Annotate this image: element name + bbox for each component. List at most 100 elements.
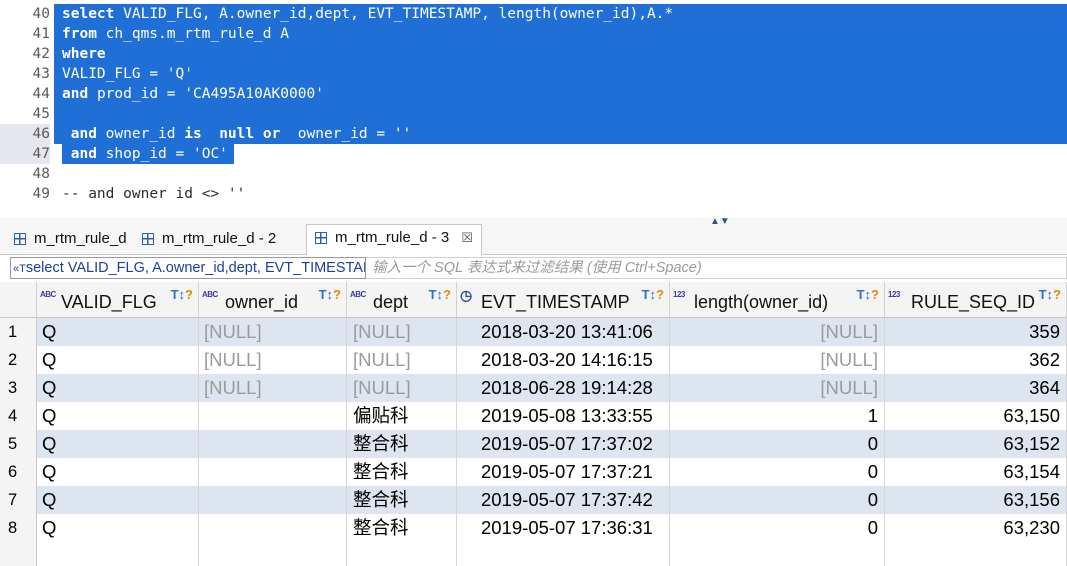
table-cell[interactable]: [NULL] [347, 346, 457, 374]
table-row[interactable]: Q 偏贴科 2019-05-08 13:33:55 1 63,150 [37, 402, 1067, 430]
table-cell[interactable]: Q [37, 346, 199, 374]
table-cell[interactable] [199, 458, 347, 486]
column-header[interactable]: ABC dept T↕? [347, 282, 457, 318]
table-cell[interactable]: Q [37, 402, 199, 430]
code-line[interactable]: 40 select VALID_FLG, A.owner_id,dept, EVT… [0, 4, 1067, 24]
table-row[interactable]: Q [NULL] [NULL] 2018-06-28 19:14:28 [NULL] 36… [37, 374, 1067, 402]
table-cell[interactable] [199, 430, 347, 458]
table-cell[interactable]: 整合科 [347, 430, 457, 458]
table-cell[interactable]: [NULL] [347, 374, 457, 402]
filter-sort-icon[interactable]: T↕? [1039, 287, 1061, 302]
table-cell[interactable]: 2019-05-07 17:37:02 [457, 430, 670, 458]
row-number[interactable]: 4 [0, 402, 37, 430]
table-cell[interactable]: Q [37, 458, 199, 486]
table-cell[interactable]: Q [37, 430, 199, 458]
table-row[interactable]: Q 整合科 2019-05-07 17:37:02 0 63,152 [37, 430, 1067, 458]
code-line[interactable]: 48 [0, 164, 1067, 184]
selection-highlight [54, 64, 1067, 84]
table-cell[interactable]: 0 [670, 430, 885, 458]
minimize-maximize-icon[interactable]: ▲▼ [710, 216, 730, 227]
table-row[interactable]: Q 整合科 2019-05-07 17:36:31 0 63,230 [37, 514, 1067, 542]
code-line[interactable]: 45 [0, 104, 1067, 124]
code-line[interactable]: 46 and owner_id is null or owner_id = '' [0, 124, 1067, 144]
column-header[interactable]: ◷ EVT_TIMESTAMP T↕? [457, 282, 670, 318]
table-cell[interactable]: 偏贴科 [347, 402, 457, 430]
table-cell[interactable]: [NULL] [199, 346, 347, 374]
table-cell[interactable]: [NULL] [199, 318, 347, 346]
number-type-icon: 123 [888, 290, 900, 299]
row-number[interactable]: 7 [0, 486, 37, 514]
table-cell[interactable]: 2019-05-07 17:37:21 [457, 458, 670, 486]
table-cell[interactable]: 0 [670, 486, 885, 514]
table-cell[interactable]: 2019-05-08 13:33:55 [457, 402, 670, 430]
table-cell[interactable]: 0 [670, 514, 885, 542]
table-cell[interactable]: Q [37, 514, 199, 542]
row-number[interactable]: 6 [0, 458, 37, 486]
table-cell[interactable]: 63,152 [885, 430, 1067, 458]
filter-sort-icon[interactable]: T↕? [319, 287, 341, 302]
column-header[interactable]: 123 RULE_SEQ_ID T↕? [885, 282, 1067, 318]
table-cell[interactable]: [NULL] [199, 374, 347, 402]
table-cell[interactable]: 整合科 [347, 514, 457, 542]
row-number[interactable]: 2 [0, 346, 37, 374]
filter-sql-query[interactable]: «Tselect VALID_FLG, A.owner_id,dept, EVT… [10, 257, 366, 279]
table-cell[interactable]: [NULL] [670, 346, 885, 374]
editor-horizontal-scrollbar[interactable]: < [54, 198, 1067, 200]
result-grid[interactable]: ABC VALID_FLG T↕? ABC owner_id T↕? ABC dept T↕? ◷… [0, 282, 1067, 566]
tab-result-2[interactable]: m_rtm_rule_d - 2 [134, 226, 284, 254]
filter-sort-icon[interactable]: T↕? [857, 287, 879, 302]
table-row[interactable]: Q 整合科 2019-05-07 17:37:42 0 63,156 [37, 486, 1067, 514]
table-cell[interactable]: 整合科 [347, 486, 457, 514]
table-cell[interactable]: 63,154 [885, 458, 1067, 486]
table-cell[interactable]: 2018-03-20 13:41:06 [457, 318, 670, 346]
row-number[interactable]: 8 [0, 514, 37, 542]
code-line[interactable]: 47 and shop_id = 'OC' [0, 144, 1067, 164]
table-cell[interactable]: 364 [885, 374, 1067, 402]
column-header[interactable]: ABC owner_id T↕? [199, 282, 347, 318]
table-cell[interactable]: 0 [670, 458, 885, 486]
table-cell[interactable]: 359 [885, 318, 1067, 346]
table-cell[interactable] [199, 402, 347, 430]
table-row[interactable]: Q 整合科 2019-05-07 17:37:21 0 63,154 [37, 458, 1067, 486]
table-row[interactable]: Q [NULL] [NULL] 2018-03-20 14:16:15 [NULL] 36… [37, 346, 1067, 374]
code-line[interactable]: 43 VALID_FLG = 'Q' [0, 64, 1067, 84]
table-cell[interactable]: 2019-05-07 17:37:42 [457, 486, 670, 514]
table-cell[interactable]: 63,230 [885, 514, 1067, 542]
code-line[interactable]: 42 where [0, 44, 1067, 64]
table-cell[interactable]: Q [37, 318, 199, 346]
column-header[interactable]: 123 length(owner_id) T↕? [670, 282, 885, 318]
table-cell[interactable]: 2018-06-28 19:14:28 [457, 374, 670, 402]
line-number: 49 [32, 186, 50, 200]
table-cell[interactable]: [NULL] [670, 374, 885, 402]
column-divider [198, 542, 199, 566]
filter-expression-input[interactable]: 输入一个 SQL 表达式来过滤结果 (使用 Ctrl+Space) [366, 257, 1067, 279]
tab-result-1[interactable]: m_rtm_rule_d [6, 226, 134, 254]
table-cell[interactable]: 1 [670, 402, 885, 430]
filter-sort-icon[interactable]: T↕? [171, 287, 193, 302]
code-line[interactable]: 44 and prod_id = 'CA495A10AK0000' [0, 84, 1067, 104]
table-cell[interactable] [199, 486, 347, 514]
code-line[interactable]: 41 from ch_qms.m_rtm_rule_d A [0, 24, 1067, 44]
table-cell[interactable]: [NULL] [670, 318, 885, 346]
row-number[interactable]: 1 [0, 318, 37, 346]
row-number[interactable]: 3 [0, 374, 37, 402]
table-cell[interactable] [199, 514, 347, 542]
table-cell[interactable]: Q [37, 486, 199, 514]
sql-editor[interactable]: 40 select VALID_FLG, A.owner_id,dept, EVT… [0, 0, 1067, 200]
table-cell[interactable]: 2019-05-07 17:36:31 [457, 514, 670, 542]
scroll-left-icon[interactable]: < [64, 198, 72, 200]
filter-sort-icon[interactable]: T↕? [642, 287, 664, 302]
table-cell[interactable]: Q [37, 374, 199, 402]
table-cell[interactable]: 2018-03-20 14:16:15 [457, 346, 670, 374]
table-cell[interactable]: 63,156 [885, 486, 1067, 514]
table-cell[interactable]: 63,150 [885, 402, 1067, 430]
close-tab-icon[interactable]: ☒ [461, 230, 473, 245]
table-cell[interactable]: 362 [885, 346, 1067, 374]
table-cell[interactable]: [NULL] [347, 318, 457, 346]
row-number[interactable]: 5 [0, 430, 37, 458]
tab-result-3[interactable]: m_rtm_rule_d - 3 ☒ [306, 224, 482, 255]
table-cell[interactable]: 整合科 [347, 458, 457, 486]
table-row[interactable]: Q [NULL] [NULL] 2018-03-20 13:41:06 [NULL] 35… [37, 318, 1067, 346]
filter-sort-icon[interactable]: T↕? [429, 287, 451, 302]
column-header[interactable]: ABC VALID_FLG T↕? [37, 282, 199, 318]
